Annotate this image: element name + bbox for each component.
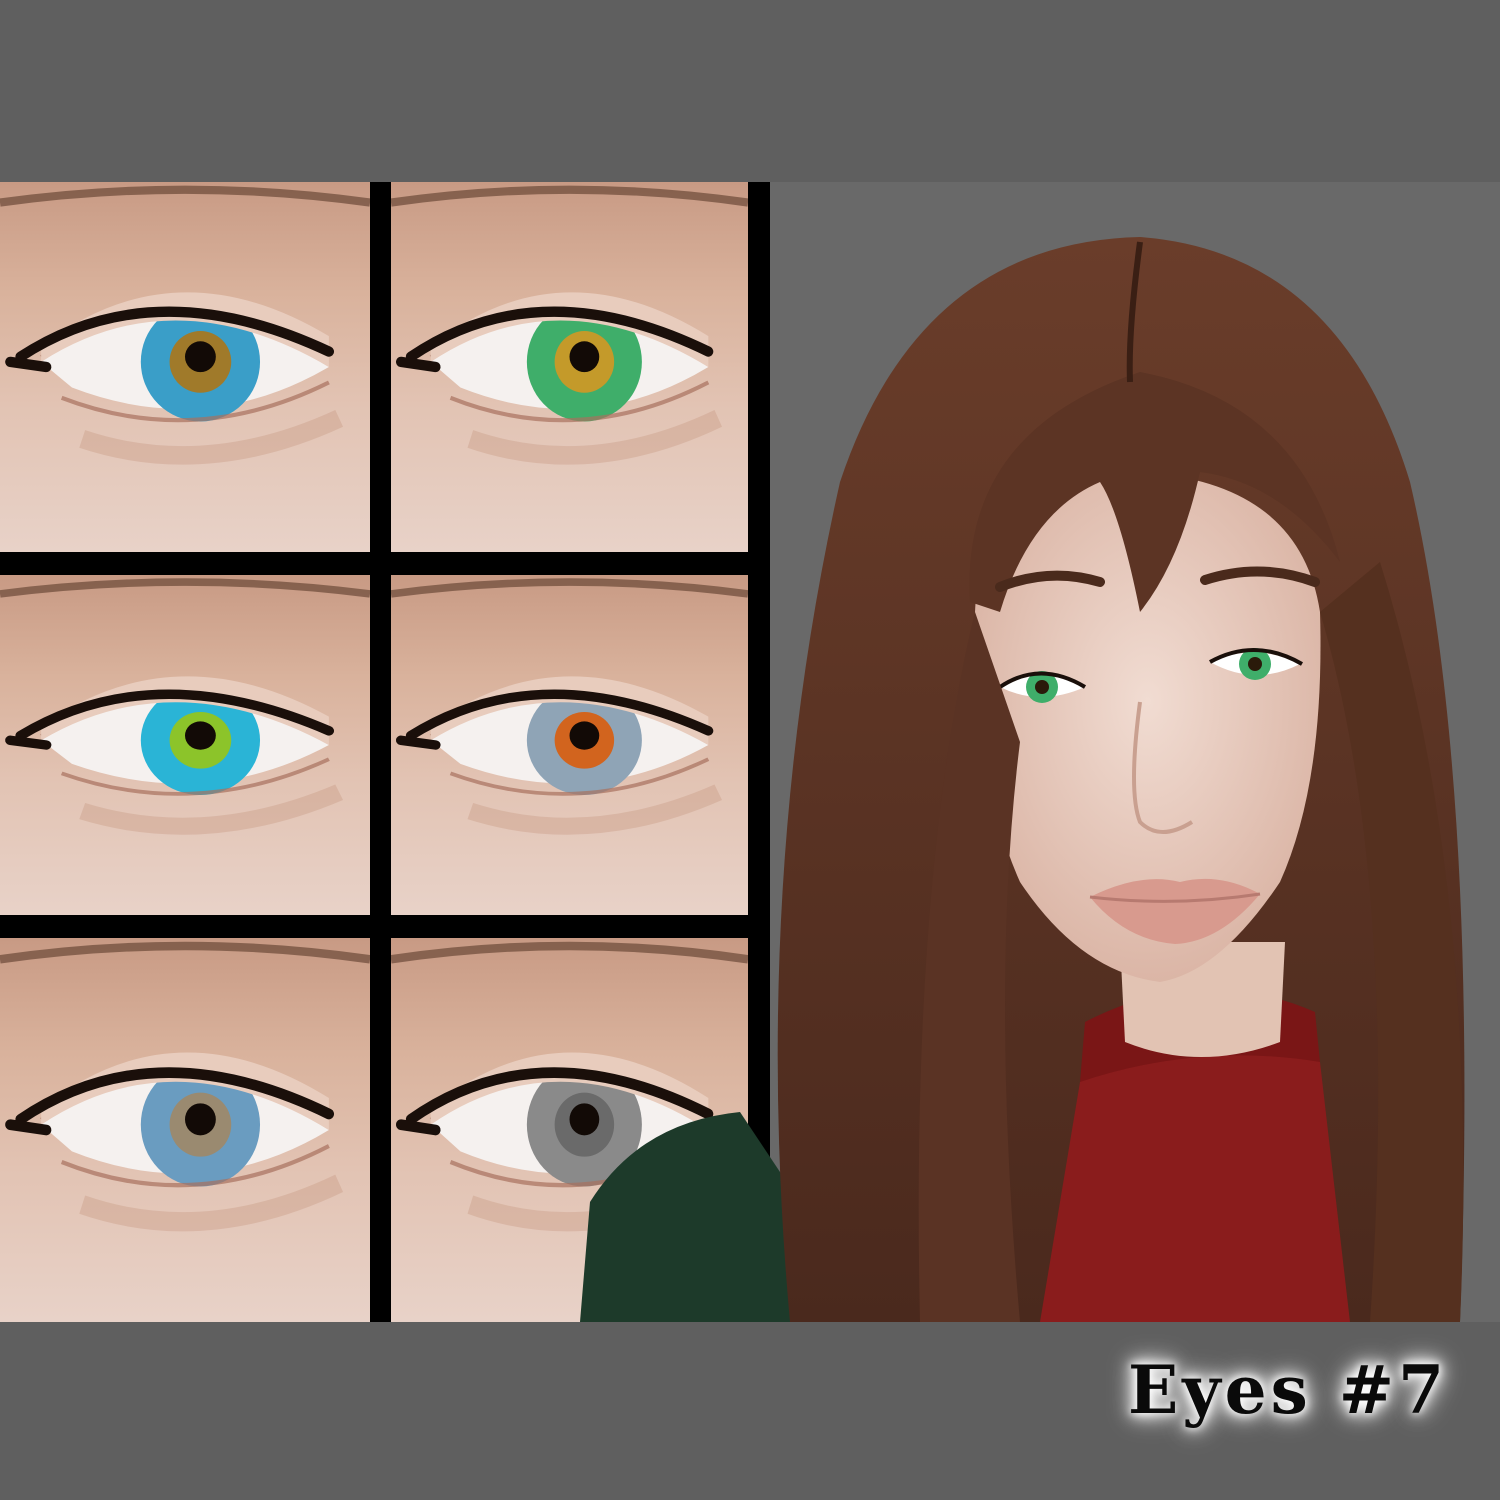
product-title: Eyes #7	[1128, 1351, 1449, 1429]
pupil	[185, 721, 216, 750]
model-portrait	[580, 182, 1500, 1322]
eye-illustration	[0, 578, 370, 835]
eye-swatch-5	[0, 938, 370, 1322]
pupil	[185, 341, 216, 373]
preview-panel	[0, 182, 1500, 1322]
eye-swatch-3	[0, 575, 370, 915]
eye-illustration	[0, 185, 370, 465]
eye-swatch-1	[0, 182, 370, 552]
top-border	[0, 0, 1500, 182]
eye-illustration	[0, 941, 370, 1232]
pupil	[185, 1103, 216, 1136]
